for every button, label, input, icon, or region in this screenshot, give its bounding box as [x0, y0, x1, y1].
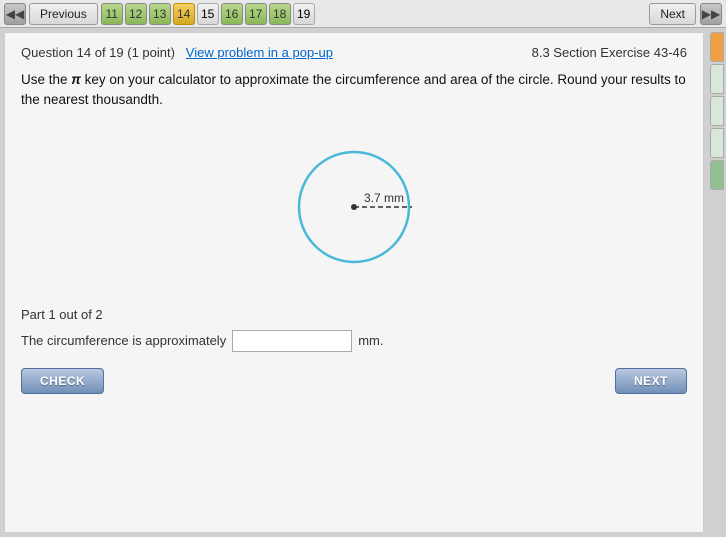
circle-diagram: 3.7 mm [274, 127, 434, 287]
popup-link[interactable]: View problem in a pop-up [186, 45, 333, 60]
page-numbers: 111213141516171819 [101, 3, 315, 25]
question-header: Question 14 of 19 (1 point) View problem… [21, 45, 687, 60]
diagram-area: 3.7 mm [21, 127, 687, 287]
part-info: Part 1 out of 2 [21, 307, 687, 322]
sidebar-tab-light3[interactable] [710, 128, 724, 158]
question-area: Question 14 of 19 (1 point) View problem… [4, 32, 704, 533]
question-meta: Question 14 of 19 (1 point) View problem… [21, 45, 333, 60]
sidebar-tab-light1[interactable] [710, 64, 724, 94]
nav-num-15[interactable]: 15 [197, 3, 219, 25]
svg-text:3.7 mm: 3.7 mm [364, 191, 404, 205]
nav-num-17[interactable]: 17 [245, 3, 267, 25]
nav-prev-arrow[interactable]: ◀◀ [4, 3, 26, 25]
part-next-button[interactable]: NEXT [615, 368, 687, 394]
sidebar-tab-orange[interactable] [710, 32, 724, 62]
answer-unit: mm. [358, 333, 383, 348]
button-row: CHECK NEXT [21, 368, 687, 394]
nav-num-13[interactable]: 13 [149, 3, 171, 25]
sidebar-tab-green[interactable] [710, 160, 724, 190]
next-button[interactable]: Next [649, 3, 696, 25]
question-info: Question 14 of 19 (1 point) [21, 45, 175, 60]
section-ref: 8.3 Section Exercise 43-46 [532, 45, 687, 60]
nav-num-16[interactable]: 16 [221, 3, 243, 25]
nav-bar: ◀◀ Previous 111213141516171819 Next ▶▶ [0, 0, 726, 28]
text-before-pi: Use the [21, 72, 71, 87]
nav-num-18[interactable]: 18 [269, 3, 291, 25]
nav-next-arrow[interactable]: ▶▶ [700, 3, 722, 25]
nav-num-19[interactable]: 19 [293, 3, 315, 25]
answer-line: The circumference is approximately mm. [21, 330, 687, 352]
nav-right: Next ▶▶ [649, 3, 722, 25]
prev-button[interactable]: Previous [29, 3, 98, 25]
circumference-input[interactable] [232, 330, 352, 352]
nav-num-14[interactable]: 14 [173, 3, 195, 25]
nav-num-11[interactable]: 11 [101, 3, 123, 25]
pi-symbol: π [71, 72, 81, 87]
answer-label: The circumference is approximately [21, 333, 226, 348]
question-text: Use the π key on your calculator to appr… [21, 70, 687, 111]
main-content: Question 14 of 19 (1 point) View problem… [0, 28, 726, 537]
check-button[interactable]: CHECK [21, 368, 104, 394]
right-sidebar [708, 28, 726, 537]
sidebar-tab-light2[interactable] [710, 96, 724, 126]
text-after-pi: key on your calculator to approximate th… [21, 72, 686, 107]
nav-num-12[interactable]: 12 [125, 3, 147, 25]
